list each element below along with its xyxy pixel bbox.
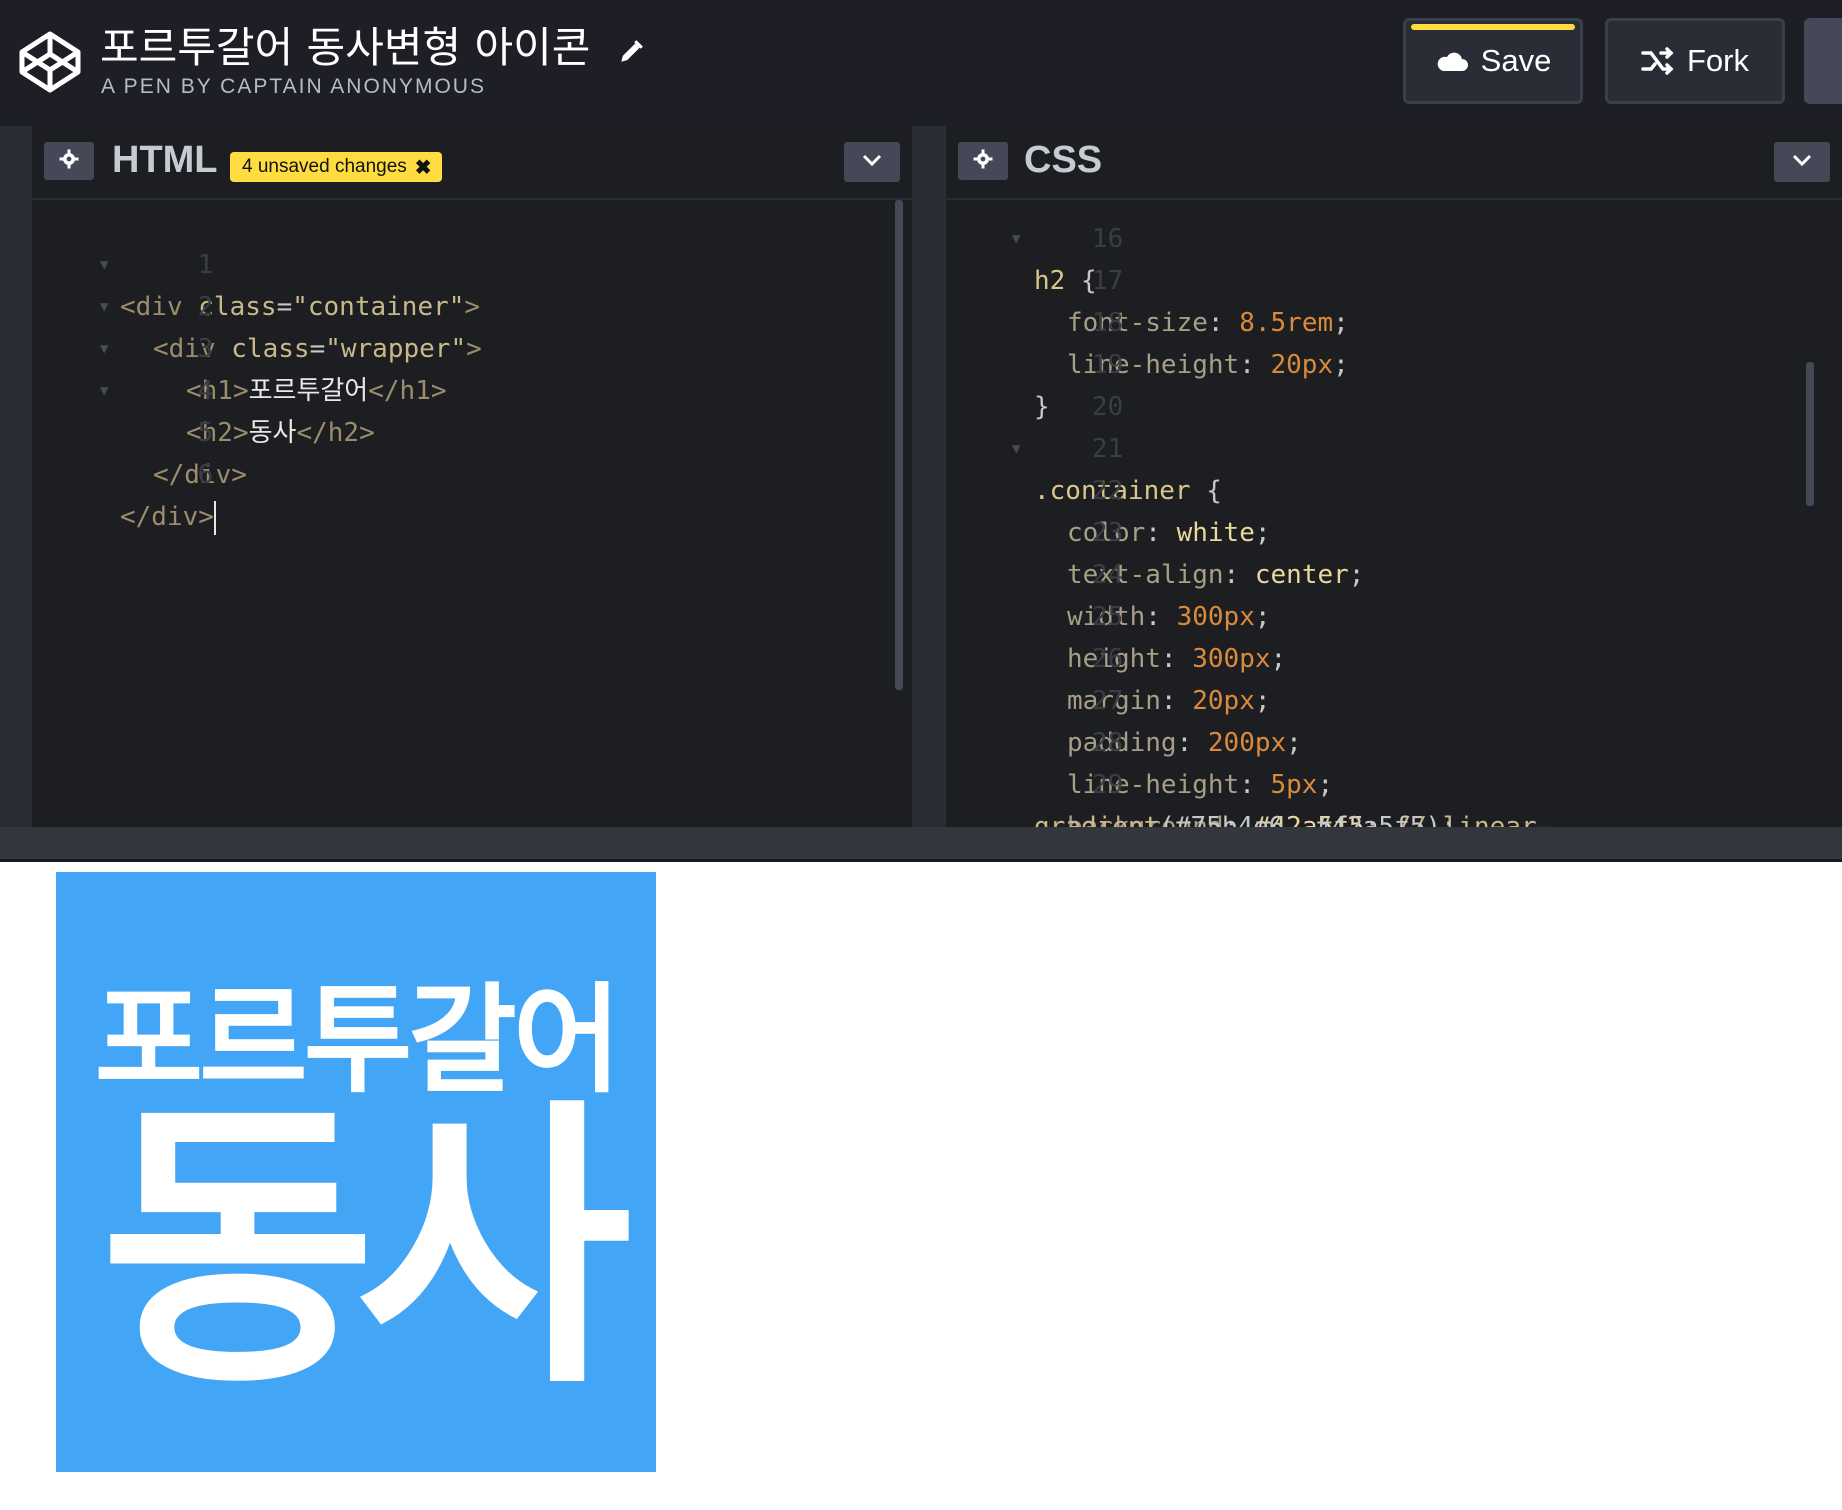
- code-line: 30 //border-radius: 25px;: [946, 806, 1842, 827]
- text-cursor: [213, 500, 216, 535]
- code-line: 5 </div>: [32, 370, 912, 490]
- code-text: </div>: [120, 496, 216, 538]
- code-line: 3 ▼ <h1>포르투갈어</h1>: [32, 286, 912, 406]
- gear-icon: [973, 149, 993, 174]
- css-editor-scrollbar[interactable]: [1806, 362, 1814, 506]
- code-line: 28 line-height: 5px;: [946, 680, 1842, 800]
- html-panel-menu-button[interactable]: [844, 142, 900, 182]
- html-panel-header: HTML 4 unsaved changes ✖: [32, 126, 912, 200]
- code-line: 16 ▼ h2 {: [946, 200, 1842, 296]
- code-line: 1 ▼ <div class="container">: [32, 202, 912, 322]
- top-bar: 포르투갈어 동사변형 아이콘 A PEN BY CAPTAIN ANONYMOU…: [0, 0, 1842, 126]
- css-editor-panel: CSS 16 ▼ h2 { 17 font-size: 8.5rem; 18 li…: [946, 126, 1842, 827]
- code-line: 21 ▼ .container {: [946, 386, 1842, 506]
- panel-resizer-left[interactable]: [0, 126, 32, 827]
- save-button-label: Save: [1480, 43, 1552, 78]
- code-line: 18 line-height: 20px;: [946, 260, 1842, 380]
- panel-resizer-middle[interactable]: [912, 126, 946, 827]
- code-line: 19 }: [946, 302, 1842, 422]
- fork-button[interactable]: Fork: [1605, 18, 1785, 104]
- css-panel-title: CSS: [1024, 139, 1103, 181]
- chevron-down-icon: [862, 153, 882, 172]
- code-line: 17 font-size: 8.5rem;: [946, 218, 1842, 338]
- code-line: 26 margin: 20px;: [946, 596, 1842, 716]
- code-line: 4 ▼ <h2>동사</h2>: [32, 328, 912, 448]
- code-line: 27 padding: 200px;: [946, 638, 1842, 758]
- html-settings-button[interactable]: [44, 142, 94, 180]
- cloud-icon: [1435, 50, 1469, 72]
- preview-heading-2: 동사: [100, 1075, 632, 1424]
- code-line: 2 ▼ <div class="wrapper">: [32, 244, 912, 364]
- css-code-editor[interactable]: 16 ▼ h2 { 17 font-size: 8.5rem; 18 line-h…: [946, 200, 1842, 827]
- code-line: 6 </div>: [32, 412, 912, 535]
- html-editor-panel: HTML 4 unsaved changes ✖ 1 ▼ <div class="…: [32, 126, 912, 827]
- chevron-down-icon: [1792, 153, 1812, 172]
- gear-icon: [59, 149, 79, 174]
- pen-title[interactable]: 포르투갈어 동사변형 아이콘: [100, 14, 644, 75]
- codepen-logo-icon[interactable]: [18, 30, 82, 94]
- code-line: gradient(#75b4e6, #42a5f5);: [946, 764, 1842, 827]
- code-line: 25 height: 300px;: [946, 554, 1842, 674]
- code-line: 20: [946, 344, 1842, 422]
- fork-button-label: Fork: [1687, 43, 1749, 78]
- fork-icon: [1641, 47, 1675, 75]
- code-line: 22 color: white;: [946, 428, 1842, 548]
- pen-title-text: 포르투갈어 동사변형 아이콘: [100, 23, 591, 72]
- code-line: 29 background: #42a5f5; // linear-: [946, 722, 1842, 827]
- html-code-editor[interactable]: 1 ▼ <div class="container"> 2 ▼ <div class…: [32, 200, 912, 827]
- preview-icon-box: 포르투갈어 동사: [56, 872, 656, 1472]
- settings-button[interactable]: [1804, 18, 1842, 104]
- unsaved-changes-text: 4 unsaved changes: [242, 156, 407, 177]
- css-panel-menu-button[interactable]: [1774, 142, 1830, 182]
- editor-area: HTML 4 unsaved changes ✖ 1 ▼ <div class="…: [0, 126, 1842, 827]
- pen-author: A PEN BY CAPTAIN ANONYMOUS: [101, 75, 486, 98]
- result-preview: 포르투갈어 동사: [0, 862, 1842, 1510]
- close-icon[interactable]: ✖: [415, 155, 432, 180]
- save-button[interactable]: Save: [1403, 18, 1583, 104]
- editor-resize-bar[interactable]: [0, 827, 1842, 862]
- pencil-icon[interactable]: [618, 26, 644, 75]
- code-line: 24 width: 300px;: [946, 512, 1842, 632]
- code-line: 23 text-align: center;: [946, 470, 1842, 590]
- line-number: 6: [197, 460, 214, 490]
- html-editor-scrollbar[interactable]: [895, 200, 903, 690]
- unsaved-changes-badge[interactable]: 4 unsaved changes ✖: [230, 152, 442, 182]
- css-panel-header: CSS: [946, 126, 1842, 200]
- css-settings-button[interactable]: [958, 142, 1008, 180]
- html-panel-title: HTML: [112, 139, 218, 181]
